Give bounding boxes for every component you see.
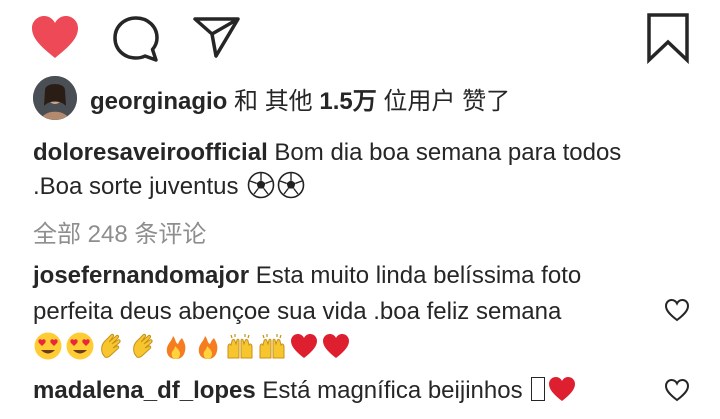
view-all-comments-link[interactable]: 全部 248 条评论 — [33, 214, 206, 249]
comment-item: madalena_df_lopes Está magnífica beijinh… — [33, 373, 663, 409]
soccer-ball-icon — [277, 171, 305, 199]
fire-emoji-icon — [166, 336, 186, 359]
likes-and: 和 — [234, 87, 259, 115]
raising-hands-emoji-icon — [259, 334, 285, 359]
heart-eyes-emoji-icon — [34, 332, 62, 360]
heart-outline-icon — [664, 298, 690, 322]
likes-row: georginagio 和 其他 1.5万 位用户 赞了 — [33, 76, 510, 120]
heart-filled-icon — [32, 16, 78, 58]
caption-username[interactable]: doloresaveiroofficial — [33, 139, 268, 166]
comment-username[interactable]: madalena_df_lopes — [33, 377, 256, 404]
clapping-hands-emoji-icon — [133, 333, 153, 358]
raising-hands-emoji-icon — [227, 334, 253, 359]
liker-avatar[interactable] — [33, 76, 77, 120]
speech-bubble-icon — [113, 16, 159, 62]
save-button[interactable] — [645, 12, 691, 64]
missing-glyph-icon — [531, 377, 546, 401]
comment-text: Está magnífica beijinhos — [262, 377, 523, 404]
comment-item: josefernandomajor Esta muito linda belís… — [33, 258, 663, 366]
likes-suffix: 位用户 赞了 — [383, 87, 511, 115]
comment-like-button[interactable] — [664, 298, 690, 327]
bookmark-icon — [647, 13, 689, 64]
heart-outline-icon — [664, 378, 690, 402]
action-bar — [0, 0, 720, 80]
likes-count[interactable]: 1.5万 — [319, 88, 376, 115]
liker-username[interactable]: georginagio — [90, 88, 227, 115]
red-heart-emoji-icon — [549, 377, 576, 401]
share-button[interactable] — [192, 14, 242, 60]
heart-eyes-emoji-icon — [66, 332, 94, 360]
comment-button[interactable] — [110, 14, 162, 64]
avatar-image — [33, 76, 77, 120]
post-caption: doloresaveiroofficial Bom dia boa semana… — [33, 136, 663, 204]
comment-username[interactable]: josefernandomajor — [33, 262, 249, 289]
clapping-hands-emoji-icon — [101, 333, 121, 358]
likes-summary: georginagio 和 其他 1.5万 位用户 赞了 — [90, 81, 510, 116]
likes-others[interactable]: 其他 — [265, 88, 313, 115]
comment-like-button[interactable] — [664, 378, 690, 407]
like-button[interactable] — [30, 14, 80, 60]
soccer-ball-icon — [247, 171, 275, 199]
red-heart-emoji-icon — [323, 334, 349, 358]
red-heart-emoji-icon — [291, 334, 317, 358]
paper-plane-icon — [193, 17, 240, 58]
fire-emoji-icon — [198, 336, 218, 359]
